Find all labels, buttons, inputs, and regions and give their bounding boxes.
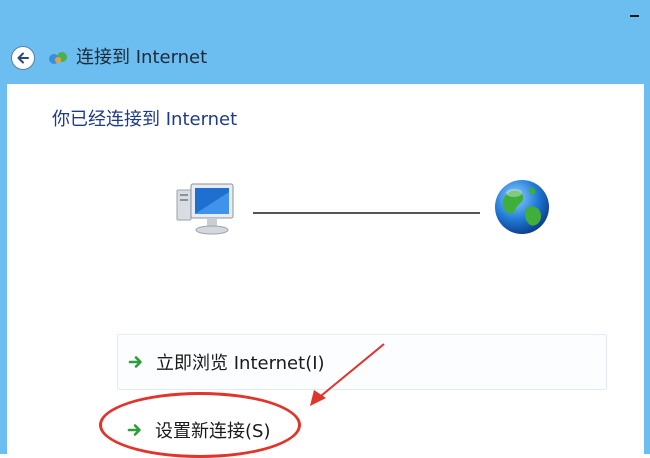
window-border-left [0, 84, 7, 454]
computer-icon [176, 183, 234, 235]
window-title: 连接到 Internet [76, 47, 208, 68]
network-connection-icon [49, 52, 67, 64]
globe-icon [495, 180, 549, 234]
status-heading: 你已经连接到 Internet [52, 109, 238, 130]
back-button[interactable] [11, 46, 35, 70]
green-arrow-icon [128, 356, 142, 368]
back-arrow-icon [17, 52, 29, 64]
minimize-button[interactable] [628, 6, 642, 20]
annotation-arrow-icon [310, 343, 385, 406]
window-titlebar [0, 0, 650, 84]
connection-line [253, 212, 480, 214]
annotation-circle [99, 392, 301, 458]
window-border-right [644, 84, 650, 454]
